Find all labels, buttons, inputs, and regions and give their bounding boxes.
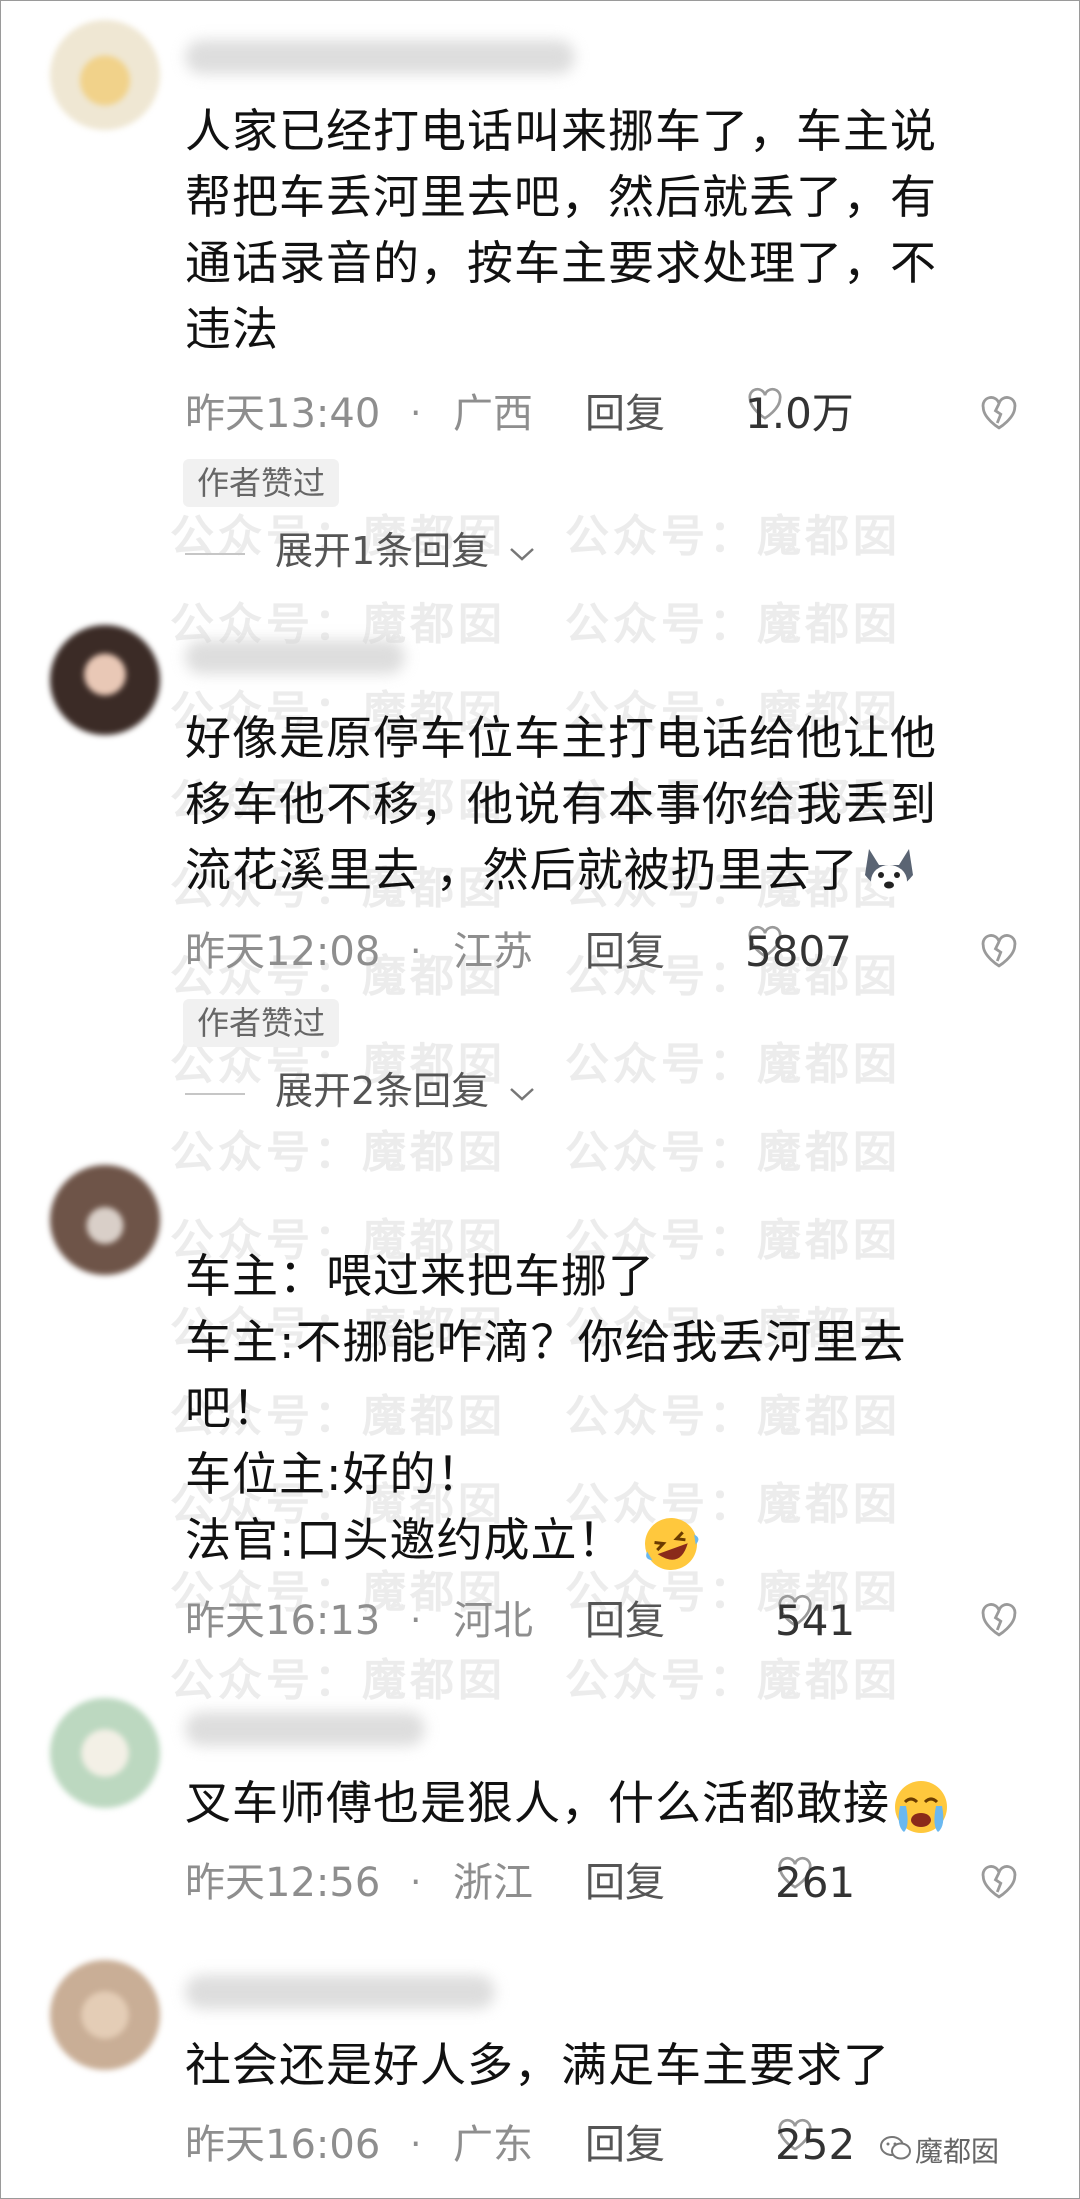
comment-meta: 昨天12:08 · 江苏 回复 5807 bbox=[185, 922, 1017, 982]
comment-time: 昨天13:40 bbox=[185, 391, 381, 437]
comment-text: 人家已经打电话叫来挪车了，车主说 帮把车丢河里去吧，然后就丢了，有 通话录音的，… bbox=[185, 98, 1015, 362]
like-button[interactable]: 1.0万 bbox=[745, 384, 854, 438]
comment-line: 车主:不挪能咋滴？你给我丢河里去 bbox=[185, 1315, 907, 1369]
separator-dot: · bbox=[410, 2124, 422, 2165]
wechat-icon bbox=[880, 2136, 911, 2160]
comment-time: 昨天16:06 bbox=[185, 2122, 381, 2168]
comment-text: 车主：喂过来把车挪了 车主:不挪能咋滴？你给我丢河里去 吧！ 车位主:好的！ 法… bbox=[185, 1243, 1015, 1575]
comment-time: 昨天12:56 bbox=[185, 1860, 381, 1906]
avatar[interactable] bbox=[50, 1698, 160, 1808]
username-blurred[interactable] bbox=[185, 1975, 495, 2009]
comment-line: 好像是原停车位车主打电话给他让他 bbox=[185, 711, 937, 765]
separator-dot: · bbox=[410, 1600, 422, 1641]
comment-line: 违法 bbox=[185, 302, 279, 356]
comment-line: 帮把车丢河里去吧，然后就丢了，有 bbox=[185, 170, 937, 224]
comment-location: 广西 bbox=[453, 391, 533, 437]
comment-line: 法官:口头邀约成立！ bbox=[185, 1513, 625, 1567]
username-blurred[interactable] bbox=[185, 640, 405, 674]
separator-dot: · bbox=[410, 393, 422, 434]
like-button[interactable]: 5807 bbox=[745, 922, 852, 976]
comment-line: 流花溪里去 ，然后就被扔里去了 bbox=[185, 843, 859, 897]
avatar[interactable] bbox=[50, 20, 160, 130]
comment-location: 河北 bbox=[453, 1598, 533, 1644]
reply-button[interactable]: 回复 bbox=[585, 2115, 665, 2175]
comment-line: 叉车师傅也是狠人，什么活都敢接 bbox=[185, 1776, 890, 1830]
comment-line: 车位主:好的！ bbox=[185, 1447, 484, 1501]
like-count: 5807 bbox=[745, 927, 852, 976]
author-liked-tag: 作者赞过 bbox=[183, 999, 340, 1047]
comment-text: 叉车师傅也是狠人，什么活都敢接 bbox=[185, 1770, 1015, 1838]
divider-line bbox=[185, 1092, 245, 1095]
comment-line: 通话录音的，按车主要求处理了，不 bbox=[185, 236, 937, 290]
comment-line: 社会还是好人多，满足车主要求了 bbox=[185, 2038, 890, 2092]
husky-emoji-icon bbox=[864, 848, 913, 897]
dislike-broken-heart-icon[interactable] bbox=[978, 392, 1020, 434]
avatar[interactable] bbox=[50, 1165, 160, 1275]
like-count: 541 bbox=[775, 1596, 856, 1645]
reply-button[interactable]: 回复 bbox=[585, 1591, 665, 1651]
comment-time: 昨天12:08 bbox=[185, 929, 381, 975]
comment-line: 吧！ bbox=[185, 1381, 279, 1435]
comment-text: 好像是原停车位车主打电话给他让他 移车他不移，他说有本事你给我丢到 流花溪里去 … bbox=[185, 705, 1015, 903]
dislike-broken-heart-icon[interactable] bbox=[978, 930, 1020, 972]
crying-face-emoji-icon bbox=[895, 1780, 947, 1833]
comment-text: 社会还是好人多，满足车主要求了 bbox=[185, 2032, 1015, 2098]
comment-location: 江苏 bbox=[453, 929, 533, 975]
divider-line bbox=[185, 552, 245, 555]
expand-replies-label: 展开1条回复 bbox=[275, 529, 490, 573]
avatar[interactable] bbox=[50, 625, 160, 735]
chevron-down-icon bbox=[510, 1087, 535, 1101]
reply-button[interactable]: 回复 bbox=[585, 922, 665, 982]
comment-meta: 昨天13:40 · 广西 回复 1.0万 bbox=[185, 384, 1017, 444]
expand-replies-button[interactable]: 展开2条回复 bbox=[185, 1060, 537, 1116]
like-count: 1.0万 bbox=[745, 389, 854, 438]
comment-line: 移车他不移，他说有本事你给我丢到 bbox=[185, 777, 937, 831]
username-blurred[interactable] bbox=[185, 1712, 425, 1746]
comment-line: 车主：喂过来把车挪了 bbox=[185, 1249, 655, 1303]
expand-replies-button[interactable]: 展开1条回复 bbox=[185, 520, 537, 576]
reply-button[interactable]: 回复 bbox=[585, 384, 665, 444]
author-liked-tag: 作者赞过 bbox=[183, 459, 340, 507]
like-count: 252 bbox=[775, 2120, 856, 2169]
brand-watermark: 魔都囡 bbox=[915, 2135, 1000, 2168]
laughing-crying-emoji-icon bbox=[645, 1517, 699, 1570]
comment-line: 人家已经打电话叫来挪车了，车主说 bbox=[185, 104, 937, 158]
comment-time: 昨天16:13 bbox=[185, 1598, 381, 1644]
comment-meta: 昨天16:13 · 河北 回复 541 bbox=[185, 1591, 1017, 1651]
separator-dot: · bbox=[410, 931, 422, 972]
like-count: 261 bbox=[775, 1858, 856, 1907]
reply-button[interactable]: 回复 bbox=[585, 1853, 665, 1913]
expand-replies-label: 展开2条回复 bbox=[275, 1069, 490, 1113]
dislike-broken-heart-icon[interactable] bbox=[978, 1861, 1020, 1903]
like-button[interactable]: 261 bbox=[775, 1853, 855, 1907]
avatar[interactable] bbox=[50, 1960, 160, 2070]
separator-dot: · bbox=[410, 1862, 422, 1903]
like-button[interactable]: 252 bbox=[775, 2115, 855, 2169]
comment-location: 广东 bbox=[453, 2122, 533, 2168]
chevron-down-icon bbox=[510, 547, 535, 561]
dislike-broken-heart-icon[interactable] bbox=[978, 1599, 1020, 1641]
like-button[interactable]: 541 bbox=[775, 1591, 855, 1645]
username-blurred[interactable] bbox=[185, 40, 575, 74]
comment-meta: 昨天12:56 · 浙江 回复 261 bbox=[185, 1853, 1017, 1913]
comment-location: 浙江 bbox=[453, 1860, 533, 1906]
